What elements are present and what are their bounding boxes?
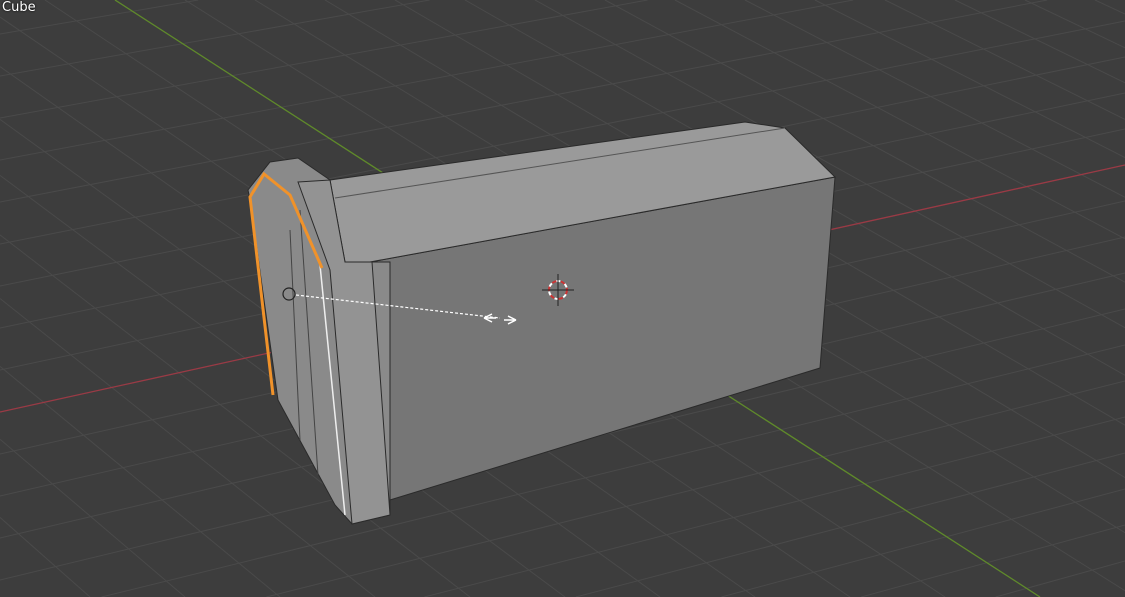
object-name-label: Cube	[2, 0, 36, 15]
3d-viewport[interactable]	[0, 0, 1125, 597]
